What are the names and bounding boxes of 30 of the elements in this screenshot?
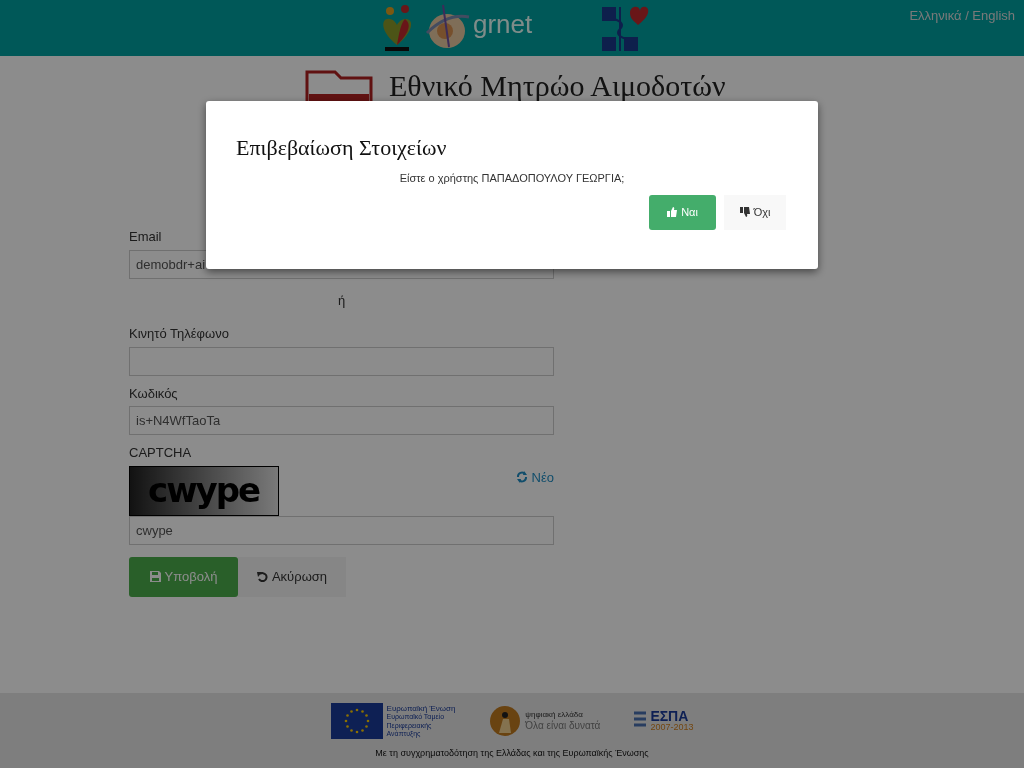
refresh-icon (515, 471, 528, 484)
site-title: Εθνικό Μητρώο Αιμοδοτών (389, 71, 726, 101)
hand-emblem-icon (489, 705, 522, 737)
field-label: Κωδικός (129, 384, 179, 403)
field-label: CAPTCHA (129, 444, 193, 462)
separator-text: ή (337, 291, 346, 310)
no-button[interactable]: Όχι (724, 194, 786, 230)
logo-text: Όλα είναι δυνατά (525, 719, 601, 732)
thumbs-up-icon (667, 207, 678, 217)
input-field[interactable] (129, 346, 554, 376)
input-field[interactable]: is+N4WfTaoTa (129, 406, 554, 435)
logo-text: 2007-2013 (650, 723, 694, 733)
eu-flag-icon (330, 703, 383, 739)
save-icon (149, 571, 161, 582)
field-label: Κινητό Τηλέφωνο (129, 325, 230, 343)
input-field[interactable]: cwype (129, 515, 554, 545)
logo-text: ψηφιακή ελλάδα (525, 710, 584, 720)
footer-note: Με τη συγχρηματοδότηση της Ελλάδας και της Ευρωπαϊκής Ένωσης (375, 747, 649, 760)
cancel-button[interactable]: Ακύρωση (238, 556, 346, 597)
submit-button[interactable]: Υποβολή (129, 556, 238, 597)
yes-button[interactable]: Ναι (649, 194, 716, 230)
logo-text: ΕΣΠΑ (650, 709, 689, 724)
modal-message: Είστε ο χρήστης ΠΑΠΑΔΟΠΟΥΛΟΥ ΓΕΩΡΓΙΑ; (399, 171, 625, 186)
modal-title: Επιβεβαίωση Στοιχείων (236, 134, 448, 162)
thumbs-down-icon (739, 207, 750, 217)
field-label: Email (129, 228, 163, 246)
logo-text: Ευρωπαϊκή Ένωση (386, 703, 456, 714)
undo-icon (256, 571, 268, 582)
refresh-link[interactable]: Νέο (515, 467, 554, 487)
logo-text: grnet (473, 7, 533, 41)
